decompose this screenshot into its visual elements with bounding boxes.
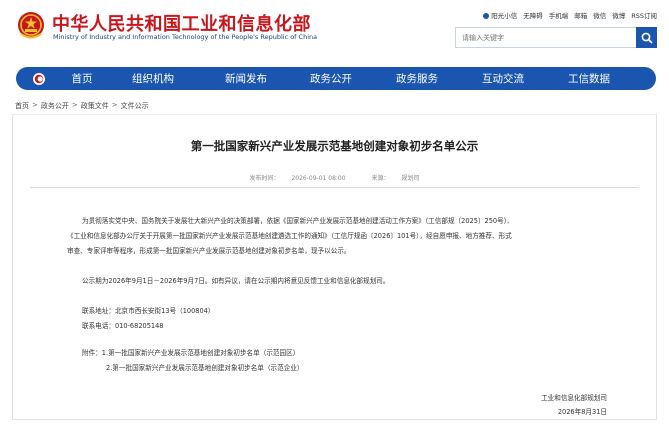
top-links: 阳光小信 无障碍 手机端 邮箱 微信 微博 RSS订阅 <box>483 10 657 20</box>
contact-address: 联系地址：北京市西长安街13号（100804） <box>82 307 215 315</box>
publish-time: 发布时间： 2026-09-01 08:00 <box>249 175 346 182</box>
nav-item-data[interactable]: 工信数据 <box>546 71 632 86</box>
main-nav: 首页 组织机构 新闻发布 政务公开 政务服务 互动交流 工信数据 <box>16 67 656 90</box>
toplink-accessibility[interactable]: 无障碍 <box>523 10 543 20</box>
breadcrumb-government-affairs[interactable]: 政务公开 <box>41 101 69 111</box>
paragraph-line: 为贯彻落实党中央、国务院关于发展壮大新兴产业的决策部署，依据《国家新兴产业发展示… <box>82 217 514 225</box>
search-box <box>455 27 657 48</box>
signer: 工业和信息化部规划司 <box>541 394 607 402</box>
breadcrumb-file-announcement[interactable]: 文件公示 <box>121 101 149 111</box>
contact-phone: 联系电话：010-68205148 <box>82 322 164 330</box>
nav-item-government-services[interactable]: 政务服务 <box>374 71 460 86</box>
toplink-weibo[interactable]: 微博 <box>612 10 625 20</box>
toplink-mail[interactable]: 邮箱 <box>574 10 587 20</box>
breadcrumb-policy-documents[interactable]: 政策文件 <box>81 101 109 111</box>
nav-item-home[interactable]: 首页 <box>62 71 102 86</box>
toplink-sunshine[interactable]: 阳光小信 <box>483 10 517 20</box>
search-icon <box>641 32 653 44</box>
breadcrumb-separator: > <box>71 101 78 109</box>
nav-item-organization[interactable]: 组织机构 <box>102 71 204 86</box>
paragraph-line: 审查、专家评审等程序，形成第一批国家新兴产业发展示范基地创建对象初步名单，现予以… <box>67 247 351 255</box>
breadcrumb-home[interactable]: 首页 <box>15 101 29 111</box>
national-emblem-icon <box>18 12 44 39</box>
search-input[interactable] <box>456 28 636 47</box>
article-container <box>12 114 657 420</box>
attachment-link-enterprises[interactable]: 2.第一批国家新兴产业发展示范基地创建对象初步名单（示范企业） <box>106 362 304 372</box>
nav-logo[interactable] <box>16 67 62 90</box>
sign-date: 2026年8月31日 <box>557 408 607 416</box>
breadcrumb-separator: > <box>32 101 38 109</box>
nav-item-news[interactable]: 新闻发布 <box>204 71 288 86</box>
article-source: 来源： 规划司 <box>371 175 420 182</box>
announcement-period: 公示期为2026年9月1日－2026年9月7日。如有异议，请在公示期内将意见反馈… <box>82 277 390 285</box>
ministry-logo-icon <box>33 72 45 85</box>
toplink-wechat[interactable]: 微信 <box>593 10 606 20</box>
site-header: 中华人民共和国工业和信息化部 Ministry of Industry and … <box>0 0 669 62</box>
site-subtitle: Ministry of Industry and Information Tec… <box>53 33 318 41</box>
nav-item-interaction[interactable]: 互动交流 <box>460 71 546 86</box>
article-title: 第一批国家新兴产业发展示范基地创建对象初步名单公示 <box>190 139 479 153</box>
sunshine-icon <box>483 13 490 19</box>
attachment-link-parks[interactable]: 附件：1.第一批国家新兴产业发展示范基地创建对象初步名单（示范园区） <box>82 347 299 357</box>
search-button[interactable] <box>636 27 657 48</box>
toplink-mobile[interactable]: 手机端 <box>549 10 569 20</box>
toplink-rss[interactable]: RSS订阅 <box>631 10 657 20</box>
breadcrumb-separator: > <box>111 101 118 109</box>
paragraph-line: 《工业和信息化部办公厅关于开展第一批国家新兴产业发展示范基地创建遴选工作的通知》… <box>67 232 512 240</box>
nav-item-government-affairs[interactable]: 政务公开 <box>288 71 374 86</box>
article-meta: 发布时间： 2026-09-01 08:00 来源： 规划司 <box>0 173 669 182</box>
title-divider <box>30 187 639 188</box>
breadcrumb: 首页 > 政务公开 > 政策文件 > 文件公示 <box>15 101 149 111</box>
